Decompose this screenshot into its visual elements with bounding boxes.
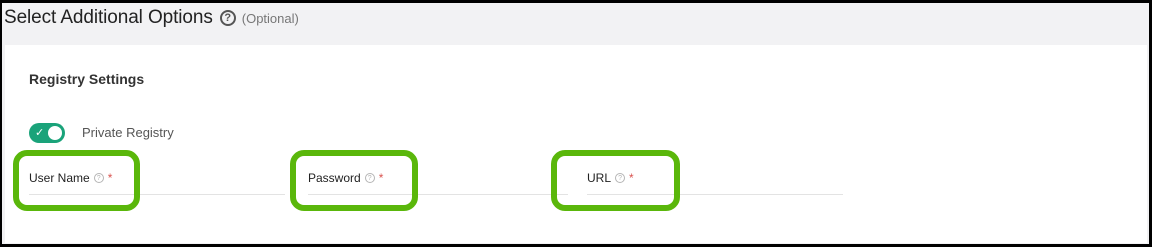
user-name-field: User Name ? * xyxy=(29,153,285,195)
required-mark: * xyxy=(107,171,113,185)
user-name-label-text: User Name xyxy=(29,171,90,185)
private-registry-label: Private Registry xyxy=(82,125,174,140)
url-input[interactable] xyxy=(587,186,843,195)
password-input[interactable] xyxy=(308,186,568,195)
url-label: URL ? * xyxy=(587,171,634,185)
password-label-text: Password xyxy=(308,171,361,185)
window-frame: Select Additional Options ? (Optional) R… xyxy=(0,0,1152,247)
optional-label: (Optional) xyxy=(241,10,299,26)
section-title: Registry Settings xyxy=(29,71,145,87)
required-mark: * xyxy=(629,171,634,185)
password-field: Password ? * xyxy=(308,153,568,195)
password-label: Password ? * xyxy=(308,171,383,185)
url-field: URL ? * xyxy=(587,153,843,195)
toggle-knob xyxy=(48,126,62,140)
help-icon[interactable]: ? xyxy=(93,173,104,183)
help-icon[interactable]: ? xyxy=(615,173,626,183)
private-registry-toggle[interactable]: ✓ xyxy=(29,123,65,143)
user-name-label: User Name ? * xyxy=(29,171,112,185)
registry-settings-card: Registry Settings ✓ Private Registry Use… xyxy=(5,45,1147,243)
url-label-text: URL xyxy=(587,171,612,185)
question-circle-icon[interactable]: ? xyxy=(219,10,236,26)
user-name-input[interactable] xyxy=(29,186,285,195)
help-icon[interactable]: ? xyxy=(364,173,375,183)
page-title: Select Additional Options xyxy=(4,7,213,28)
required-mark: * xyxy=(378,171,384,185)
options-header: Select Additional Options ? (Optional) xyxy=(4,3,299,33)
check-icon: ✓ xyxy=(35,127,45,139)
